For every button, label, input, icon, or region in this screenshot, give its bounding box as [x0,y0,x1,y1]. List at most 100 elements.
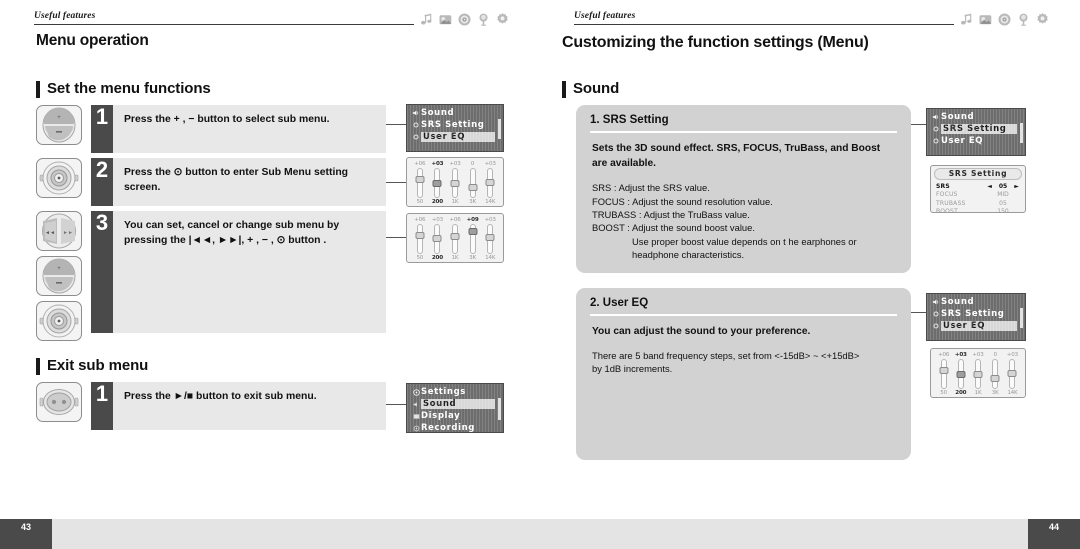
eq-value: +03 [1006,352,1019,358]
eq-band[interactable] [464,224,482,254]
music-note-icon [959,12,974,27]
srs-row-key: TRUBASS [936,199,966,207]
right-arrow-icon[interactable]: ► [1013,183,1020,190]
srs-row-value: 05 [998,182,1008,190]
eq-band[interactable] [987,359,1004,389]
device-thumbnail-prev-next: ◄◄ ►► [36,211,82,251]
lcd-item-user-eq[interactable]: User EQ [409,131,501,143]
card-line: SRS : Adjust the SRS value. [592,182,710,194]
device-thumbnail-menu-button-2 [36,301,82,341]
lcd-item-srs-setting[interactable]: SRS Setting [929,308,1023,320]
lcd-sound-menu-srs: Sound SRS Setting User EQ [926,108,1026,156]
eq-band[interactable] [411,224,429,254]
eq-sliders [935,359,1021,389]
eq-freq: 200 [955,390,967,396]
gear-icon [1035,12,1050,27]
eq-screen-user: +06 +03 +03 0 +03 50 200 1K 3K 14K [930,348,1026,398]
eq-band[interactable] [481,168,499,198]
eq-value: 0 [993,352,998,358]
lcd-title-row: Sound [929,296,1023,308]
lcd-item-user-eq[interactable]: User EQ [929,135,1023,147]
step-row-3: ◄◄ ►► + 3 You can set, cancel or change … [36,211,386,341]
eq-value: +03 [484,161,496,167]
leader-line-2 [386,182,406,183]
eq-freq: 14K [485,199,496,205]
card-line: TRUBASS : Adjust the TruBass value. [592,208,750,220]
step-number-2: 2 [91,158,113,206]
lcd-scrollbar[interactable] [1020,308,1023,328]
srs-row-trubass[interactable]: TRUBASS 05 [934,199,1022,208]
step-row-exit-1: 1 Press the ►/■ button to exit sub menu. [36,382,386,430]
eq-band[interactable] [464,168,482,198]
bullet-icon [411,134,421,140]
radio-icon [997,12,1012,27]
card-line-indented: Use proper boost value depends on t he e… [632,235,857,247]
eq-value: +06 [937,352,950,358]
eq-value: 0 [470,161,475,167]
manual-page-spread: Useful features Menu operation Set the m… [0,0,1080,549]
eq-band[interactable] [1004,359,1021,389]
srs-row-focus[interactable]: FOCUS MID [934,191,1022,200]
lcd-item-srs-setting[interactable]: SRS Setting [409,119,501,131]
eq-value: +09 [466,217,479,223]
card-body: SRS : Adjust the SRS value. FOCUS : Adju… [576,171,911,261]
eq-band[interactable] [429,168,447,198]
srs-row-key: FOCUS [936,191,958,199]
header-icon-group [419,12,510,27]
lcd-scrollbar[interactable] [498,119,501,139]
lcd-item-label: SRS Setting [941,124,1017,134]
eq-band[interactable] [429,224,447,254]
svg-text:►►: ►► [63,230,73,236]
lcd-item-sound[interactable]: Sound [409,398,501,410]
eq-band[interactable] [952,359,969,389]
lcd-item-label: User EQ [941,321,1017,331]
lcd-item-display[interactable]: Display [409,410,501,422]
radio-icon [457,12,472,27]
left-page: Useful features Menu operation Set the m… [0,0,540,549]
eq-frequency-row: 50 200 1K 3K 14K [411,199,499,205]
svg-text:+: + [57,115,61,121]
step-row-1: + 1 Press the + , − button to select sub… [36,105,386,153]
eq-value: +06 [414,217,426,223]
device-thumbnail-plus-minus: + [36,105,82,145]
lcd-item-recording[interactable]: Recording [409,422,501,433]
microphone-icon [1016,12,1031,27]
lcd-item-label: Recording [421,423,475,433]
eq-band[interactable] [411,168,429,198]
eq-freq: 3K [469,199,476,205]
speaker-icon [931,298,941,306]
step-row-2: 2 Press the ⊙ button to enter Sub Menu s… [36,158,386,206]
eq-band[interactable] [935,359,952,389]
eq-band[interactable] [446,224,464,254]
eq-value: +03 [484,217,496,223]
speaker-icon [411,401,421,408]
bullet-icon [931,138,941,144]
step-text-1: Press the + , − button to select sub men… [113,105,386,153]
card-body: There are 5 band frequency steps, set fr… [576,339,911,376]
step-text-2: Press the ⊙ button to enter Sub Menu set… [113,158,386,206]
lcd-title-row: Sound [409,107,501,119]
lcd-item-srs-setting[interactable]: SRS Setting [929,123,1023,135]
eq-value: +03 [954,352,967,358]
step-text-3: You can set, cancel or change sub menu b… [113,211,386,333]
lcd-item-label: SRS Setting [941,309,1005,319]
footer-bar: 43 44 [0,519,1080,549]
card-subtitle: Sets the 3D sound effect. SRS, FOCUS, Tr… [592,142,881,169]
eq-band[interactable] [969,359,986,389]
page-number-left: 43 [0,519,52,549]
srs-row-boost[interactable]: BOOST 150 [934,208,1022,217]
lcd-scrollbar[interactable] [1020,123,1023,143]
eq-values-row: +06 +03 +06 +09 +03 [411,217,499,223]
lcd-item-user-eq[interactable]: User EQ [929,320,1023,332]
eq-frequency-row: 50 200 1K 3K 14K [935,390,1021,396]
eq-freq: 14K [485,255,496,261]
eq-band[interactable] [481,224,499,254]
eq-freq: 200 [431,199,443,205]
eq-value: +03 [431,161,444,167]
srs-row-srs[interactable]: SRS ◄ 05 ► [934,182,1022,191]
left-arrow-icon[interactable]: ◄ [986,183,993,190]
lcd-title-row: Settings [409,386,501,398]
eq-band[interactable] [446,168,464,198]
lcd-scrollbar[interactable] [498,398,501,420]
speaker-icon [931,113,941,121]
